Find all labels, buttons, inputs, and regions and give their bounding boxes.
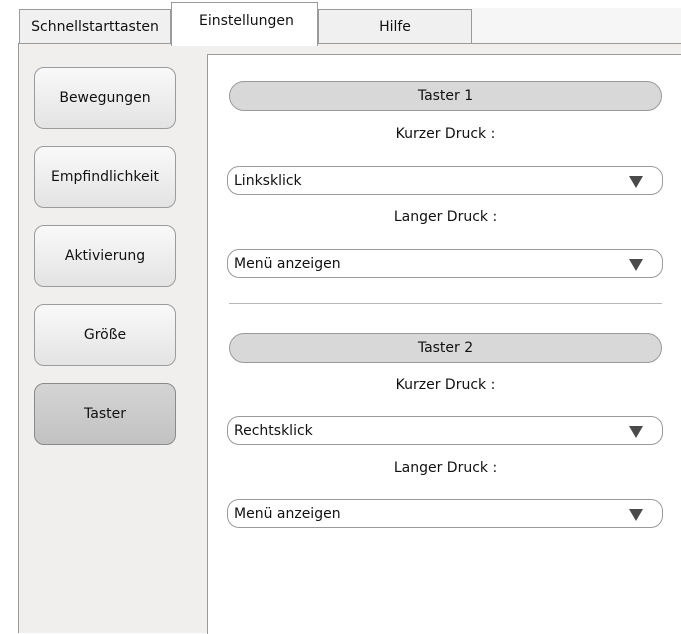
button-1-long-press-select[interactable]: Menü anzeigen <box>227 249 663 278</box>
select-value: Menü anzeigen <box>234 255 341 272</box>
tab-quickstart-keys[interactable]: Schnellstarttasten <box>19 9 171 44</box>
nav-button-label: Empfindlichkeit <box>51 169 159 185</box>
tab-bar-filler <box>472 8 681 44</box>
nav-button-label: Größe <box>83 327 127 343</box>
tab-help[interactable]: Hilfe <box>318 9 472 44</box>
dropdown-arrow-icon <box>629 509 643 521</box>
nav-button-sensitivity[interactable]: Empfindlichkeit <box>34 146 176 208</box>
nav-button-label: Aktivierung <box>64 248 146 264</box>
select-value: Rechtsklick <box>234 422 313 439</box>
button-1-short-press-select[interactable]: Linksklick <box>227 166 663 195</box>
section-divider <box>229 303 662 304</box>
settings-panel: Bewegungen Empfindlichkeit Aktivierung G… <box>18 43 681 634</box>
nav-button-buttons[interactable]: Taster <box>34 383 176 445</box>
button-2-short-press-label: Kurzer Druck : <box>395 377 496 393</box>
button-2-header-label: Taster 2 <box>417 340 474 356</box>
button-settings-content: Taster 1 Kurzer Druck : Linksklick Lange… <box>207 54 681 634</box>
tab-help-label: Hilfe <box>379 19 411 35</box>
button-2-short-press-select[interactable]: Rechtsklick <box>227 416 663 445</box>
tab-quickstart-keys-label: Schnellstarttasten <box>31 19 159 35</box>
button-1-header-label: Taster 1 <box>417 88 474 104</box>
nav-button-size[interactable]: Größe <box>34 304 176 366</box>
select-value: Linksklick <box>234 172 302 189</box>
nav-button-label: Bewegungen <box>59 90 151 106</box>
nav-button-label: Taster <box>84 406 126 422</box>
button-1-long-press-label: Langer Druck : <box>393 209 498 225</box>
tab-settings[interactable]: Einstellungen <box>171 2 318 46</box>
select-value: Menü anzeigen <box>234 505 341 522</box>
button-2-long-press-select[interactable]: Menü anzeigen <box>227 499 663 528</box>
button-2-long-press-label: Langer Druck : <box>393 460 498 476</box>
dropdown-arrow-icon <box>629 259 643 271</box>
button-1-header: Taster 1 <box>229 81 662 111</box>
dropdown-arrow-icon <box>629 426 643 438</box>
button-1-short-press-label: Kurzer Druck : <box>395 126 496 142</box>
nav-button-movements[interactable]: Bewegungen <box>34 67 176 129</box>
tab-bar: Schnellstarttasten Einstellungen Hilfe <box>0 0 681 46</box>
dropdown-arrow-icon <box>629 176 643 188</box>
nav-button-activation[interactable]: Aktivierung <box>34 225 176 287</box>
button-2-header: Taster 2 <box>229 333 662 363</box>
tab-settings-label: Einstellungen <box>199 12 294 29</box>
